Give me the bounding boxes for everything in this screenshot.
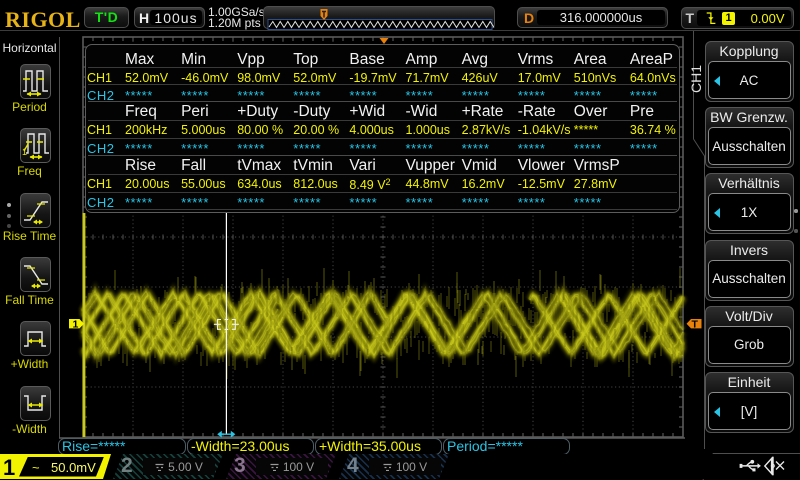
svg-text:1: 1 — [73, 318, 79, 330]
svg-text:1: 1 — [22, 147, 27, 157]
